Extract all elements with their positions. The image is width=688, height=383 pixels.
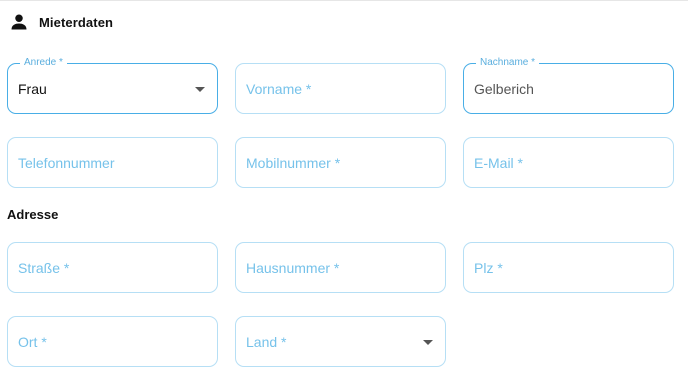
address-heading: Adresse (7, 207, 59, 222)
vorname-input[interactable] (246, 64, 421, 113)
anrede-label: Anrede * (20, 57, 67, 69)
strasse-field[interactable] (7, 242, 218, 293)
email-input[interactable] (474, 138, 649, 187)
nachname-field[interactable]: Nachname * Gelberich (463, 57, 674, 114)
mobil-field[interactable] (235, 137, 446, 188)
land-placeholder: Land * (246, 334, 287, 350)
chevron-down-icon (423, 340, 433, 345)
nachname-label: Nachname * (476, 57, 540, 69)
telefon-input[interactable] (18, 138, 193, 187)
anrede-select[interactable]: Anrede * Frau (7, 57, 218, 114)
top-divider (0, 0, 688, 1)
nachname-value: Gelberich (474, 81, 534, 97)
telefon-field[interactable] (7, 137, 218, 188)
mobil-input[interactable] (246, 138, 421, 187)
anrede-value: Frau (18, 81, 47, 97)
ort-field[interactable] (7, 316, 218, 367)
vorname-field[interactable] (235, 63, 446, 114)
section-header: Mieterdaten (10, 12, 113, 32)
section-title: Mieterdaten (39, 14, 114, 30)
ort-input[interactable] (18, 317, 193, 366)
hausnummer-input[interactable] (246, 243, 421, 292)
plz-input[interactable] (474, 243, 649, 292)
land-select[interactable]: Land * (235, 316, 446, 367)
strasse-input[interactable] (18, 243, 193, 292)
person-icon (11, 14, 27, 30)
hausnummer-field[interactable] (235, 242, 446, 293)
plz-field[interactable] (463, 242, 674, 293)
email-field[interactable] (463, 137, 674, 188)
chevron-down-icon (195, 87, 205, 92)
